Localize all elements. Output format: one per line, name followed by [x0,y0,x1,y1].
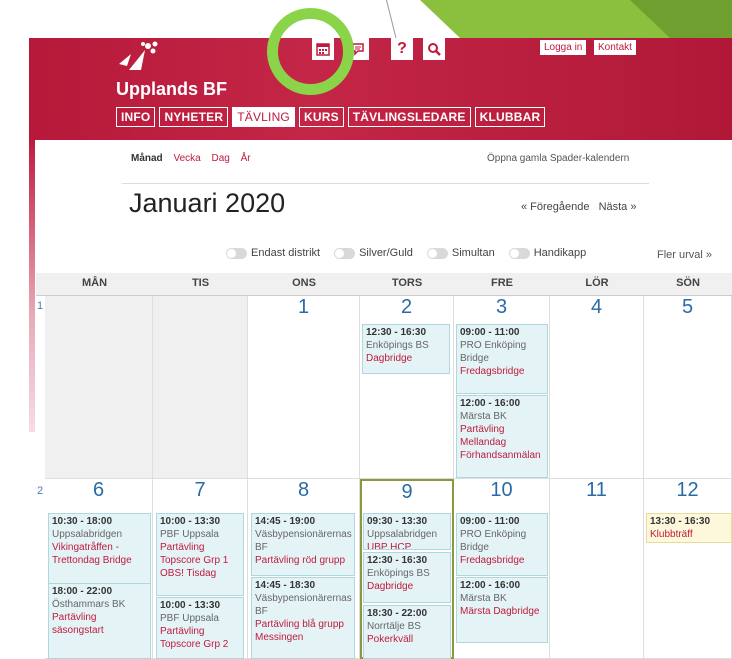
decorative-sidebar [29,140,35,432]
day-cell[interactable]: 12 13:30 - 16:30 Klubbträff [644,479,732,659]
next-link[interactable]: Nästa » [599,201,637,213]
day-number[interactable]: 2 [360,296,453,319]
day-number[interactable]: 7 [153,479,247,502]
day-cell[interactable]: 6 10:30 - 18:00 Uppsalabridgen Vikingatr… [45,479,153,659]
pager: « Föregående Nästa » [515,201,636,213]
weekday-wed: ONS [292,277,316,289]
search-icon[interactable] [423,38,445,60]
view-week[interactable]: Vecka [173,153,200,164]
weekday-mon: MÅN [81,277,108,289]
toggle-icon[interactable] [334,247,356,259]
toggle-icon[interactable] [508,247,530,259]
filter-silver[interactable]: Silver/Guld [334,247,413,259]
help-icon[interactable]: ? [391,38,413,60]
weekday-sat: LÖR [585,277,609,289]
view-day[interactable]: Dag [211,153,229,164]
today-cell[interactable]: 9 09:30 - 13:30 Uppsalabridgen UBP HCP 1… [360,479,454,659]
nav-klubbar[interactable]: KLUBBAR [474,107,546,127]
prev-link[interactable]: « Föregående [521,201,590,213]
day-number[interactable]: 4 [550,296,643,319]
day-number[interactable]: 5 [644,296,731,319]
page-title: Januari 2020 [129,188,286,218]
day-cell[interactable]: 10 09:00 - 11:00 PRO Enköping Bridge Fre… [454,479,550,659]
nav-tavling[interactable]: TÄVLING [232,107,295,127]
day-cell[interactable]: 5 [644,296,732,479]
view-month[interactable]: Månad [131,153,163,164]
day-number[interactable]: 1 [248,296,359,319]
day-cell[interactable]: 8 14:45 - 19:00 Väsbypensionärernas BF P… [248,479,360,659]
day-number[interactable]: 8 [248,479,359,502]
filter-bar: Endast distrikt Silver/Guld Simultan Han… [226,247,586,259]
view-switch: Månad Vecka Dag År [131,153,259,164]
week-number[interactable]: 2 [37,485,43,497]
nav-info[interactable]: INFO [116,107,156,127]
event[interactable]: 18:00 - 22:00 Östhammars BK Partävling s… [48,583,151,659]
event[interactable]: 12:30 - 16:30 Enköpings BS Dagbridge [363,552,451,603]
event[interactable]: 13:30 - 16:30 Klubbträff [646,513,732,543]
day-cell [45,296,153,479]
logo-icon[interactable] [115,40,161,74]
weekday-tue: TIS [191,277,210,289]
day-number[interactable]: 6 [45,479,152,502]
day-cell[interactable]: 11 [550,479,644,659]
event[interactable]: 09:00 - 11:00 PRO Enköping Bridge Fredag… [456,513,548,576]
weekday-thu: TORS [391,277,423,289]
day-cell[interactable]: 1 [248,296,360,479]
site-header: Upplands BF INFO NYHETER TÄVLING KURS TÄ… [29,38,732,140]
weekday-sun: SÖN [676,277,700,289]
divider [122,183,649,184]
nav-tavlingsledare[interactable]: TÄVLINGSLEDARE [347,107,471,127]
event[interactable]: 12:30 - 16:30 Enköpings BS Dagbridge [362,324,450,374]
event[interactable]: 10:00 - 13:30 PBF Uppsala Partävling Top… [156,597,244,659]
event[interactable]: 12:00 - 16:00 Märsta BK Märsta Dagbridge [456,577,548,643]
day-cell [153,296,248,479]
month-calendar: MÅN TIS ONS TORS FRE LÖR SÖN 1 1 2 12:30… [36,273,732,659]
event[interactable]: 09:00 - 11:00 PRO Enköping Bridge Fredag… [456,324,548,394]
nav-kurs[interactable]: KURS [298,107,344,127]
day-number[interactable]: 10 [454,479,549,502]
day-number[interactable]: 9 [362,481,452,504]
highlight-circle [267,8,354,95]
event[interactable]: 09:30 - 13:30 Uppsalabridgen UBP HCP [363,513,451,550]
weekday-fri: FRE [491,277,513,289]
event[interactable]: 12:00 - 16:00 Märsta BK Partävling Mella… [456,395,548,478]
event[interactable]: 18:30 - 22:00 Norrtälje BS Pokerkväll [363,605,451,659]
old-calendar-link[interactable]: Öppna gamla Spader-kalendern [487,153,629,164]
decorative-shape [420,0,732,38]
weekday-header: MÅN TIS ONS TORS FRE LÖR SÖN [36,273,732,296]
day-cell[interactable]: 2 12:30 - 16:30 Enköpings BS Dagbridge [360,296,454,479]
event[interactable]: 14:45 - 18:30 Väsbypensionärernas BF Par… [251,577,355,659]
day-cell[interactable]: 4 [550,296,644,479]
event[interactable]: 14:45 - 19:00 Väsbypensionärernas BF Par… [251,513,355,576]
day-number[interactable]: 12 [644,479,731,502]
day-cell[interactable]: 3 09:00 - 11:00 PRO Enköping Bridge Fred… [454,296,550,479]
week-number[interactable]: 1 [37,300,43,312]
toggle-icon[interactable] [426,247,448,259]
more-filters-link[interactable]: Fler urval » [657,249,712,261]
filter-district[interactable]: Endast distrikt [226,247,320,259]
view-year[interactable]: År [241,153,251,164]
filter-simultan[interactable]: Simultan [426,247,495,259]
main-nav: INFO NYHETER TÄVLING KURS TÄVLINGSLEDARE… [116,107,546,127]
day-number[interactable]: 3 [454,296,549,319]
nav-nyheter[interactable]: NYHETER [159,107,229,127]
brand-name[interactable]: Upplands BF [116,79,227,100]
event[interactable]: 10:00 - 13:30 PBF Uppsala Partävling Top… [156,513,244,596]
day-cell[interactable]: 7 10:00 - 13:30 PBF Uppsala Partävling T… [153,479,248,659]
filter-handicap[interactable]: Handikapp [508,247,586,259]
login-button[interactable]: Logga in [540,40,587,55]
day-number[interactable]: 11 [550,479,643,502]
toggle-icon[interactable] [226,247,247,259]
decorative-line [386,0,397,39]
contact-button[interactable]: Kontakt [594,40,636,55]
